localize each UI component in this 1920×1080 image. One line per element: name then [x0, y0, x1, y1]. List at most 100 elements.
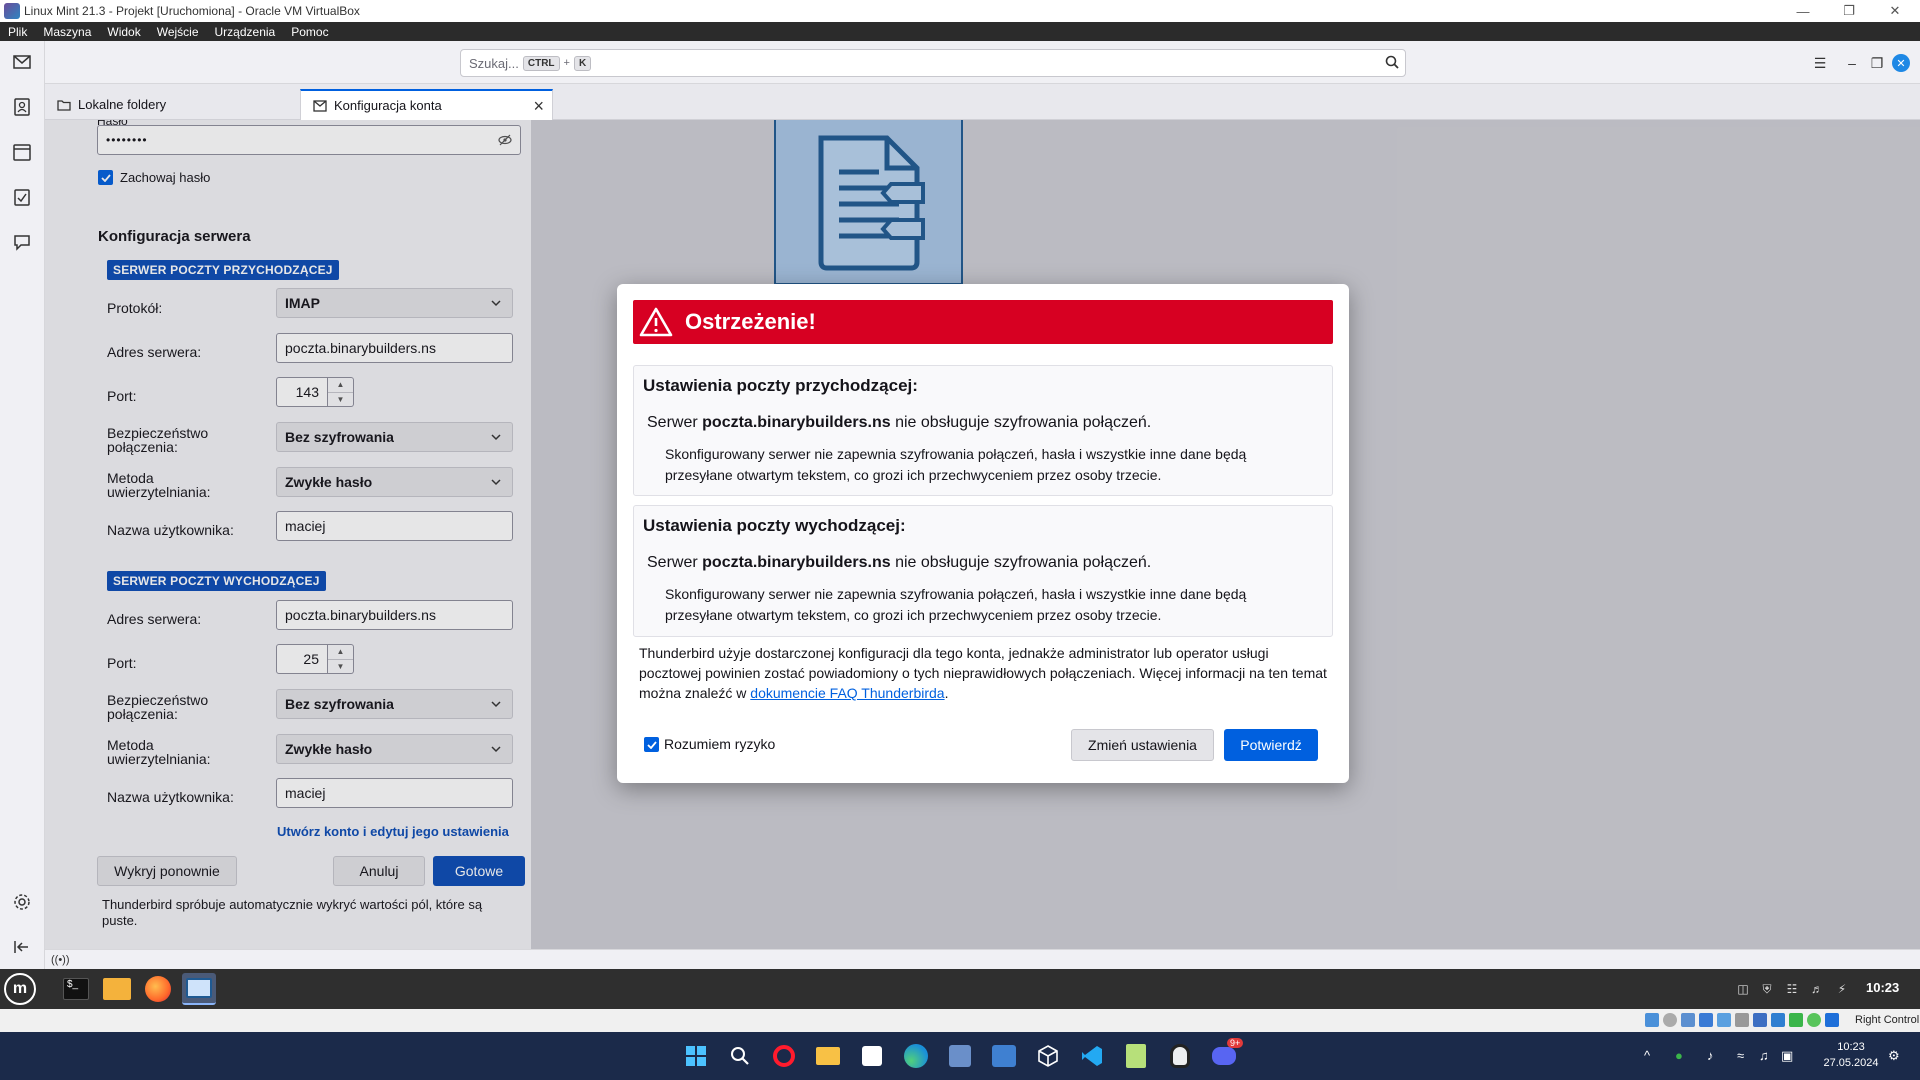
info-end: . — [944, 685, 949, 701]
hdd-icon[interactable] — [1645, 1013, 1659, 1027]
outgoing-warning-line: Serwer poczta.binarybuilders.ns nie obsł… — [647, 554, 1151, 572]
vscode-icon[interactable] — [1077, 1041, 1107, 1071]
virtualbox-statusbar: Right Control — [0, 1009, 1920, 1032]
windows-search-icon[interactable] — [725, 1041, 755, 1071]
minimize-icon[interactable]: — — [1780, 0, 1826, 22]
battery-icon[interactable]: ▣ — [1781, 1048, 1793, 1064]
virtualbox-menubar: Plik Maszyna Widok Wejście Urządzenia Po… — [0, 22, 1920, 41]
mail-icon[interactable] — [11, 51, 33, 73]
line-suffix: nie obsługuje szyfrowania połączeń. — [895, 554, 1152, 571]
tray-app-icon[interactable]: ● — [1675, 1048, 1683, 1063]
restore-icon[interactable]: ❐ — [1826, 0, 1872, 22]
unified-toolbar: Szukaj... CTRL + K ☰ – ❐ ✕ — [45, 41, 1920, 84]
virtualbox-taskbar-icon[interactable] — [989, 1041, 1019, 1071]
clipboard-icon[interactable]: ◫ — [1735, 981, 1751, 997]
shortcut-plus: + — [563, 57, 570, 69]
menu-maszyna[interactable]: Maszyna — [35, 25, 99, 39]
search-icon[interactable] — [1385, 55, 1399, 72]
collapse-sidebar-icon[interactable] — [11, 936, 33, 958]
tasks-icon[interactable] — [11, 186, 33, 208]
dialog-info-text: Thunderbird użyje dostarczonej konfigura… — [639, 643, 1329, 703]
tab-label: Konfiguracja konta — [334, 98, 442, 113]
audio-icon[interactable] — [1681, 1013, 1695, 1027]
shield-icon[interactable]: ⛨ — [1759, 981, 1775, 997]
close-icon[interactable]: ✕ — [1872, 0, 1918, 22]
menu-plik[interactable]: Plik — [0, 25, 35, 39]
app-menu-icon[interactable]: ☰ — [1809, 52, 1831, 74]
faq-link[interactable]: dokumencie FAQ Thunderbirda — [750, 685, 944, 701]
network-tool-icon[interactable] — [945, 1041, 975, 1071]
tab-label: Lokalne foldery — [78, 97, 167, 112]
menu-widok[interactable]: Widok — [99, 25, 148, 39]
chat-icon[interactable] — [11, 231, 33, 253]
display-icon[interactable] — [1753, 1013, 1767, 1027]
mint-menu-icon[interactable]: m — [4, 973, 36, 1005]
power-icon[interactable]: ⚡ — [1834, 981, 1850, 997]
guest-maximize-icon[interactable]: ❐ — [1866, 52, 1888, 74]
spaces-toolbar — [0, 41, 45, 969]
host-key-label: Right Control — [1855, 1014, 1920, 1026]
tray-chevron-icon[interactable]: ^ — [1644, 1048, 1650, 1063]
guest-minimize-icon[interactable]: – — [1841, 52, 1863, 74]
line-prefix: Serwer — [647, 414, 698, 431]
network-icon[interactable]: ☷ — [1784, 981, 1800, 997]
discord-icon[interactable]: 9+ — [1209, 1038, 1244, 1071]
speaker-icon[interactable]: ♫ — [1759, 1048, 1769, 1063]
menu-urzadzenia[interactable]: Urządzenia — [207, 25, 284, 39]
outgoing-server-name: poczta.binarybuilders.ns — [702, 554, 891, 571]
recording-icon[interactable] — [1771, 1013, 1785, 1027]
info-text: Thunderbird użyje dostarczonej konfigura… — [639, 645, 1327, 701]
tab-account-setup[interactable]: Konfiguracja konta × — [300, 89, 553, 120]
mouse-integration-icon[interactable] — [1825, 1013, 1839, 1027]
incoming-warning-heading: Ustawienia poczty przychodzącej: — [643, 376, 918, 395]
file-explorer-icon[interactable] — [813, 1041, 843, 1071]
vt-x-icon[interactable] — [1807, 1013, 1821, 1027]
discord-badge: 9+ — [1227, 1038, 1244, 1048]
tab-local-folders[interactable]: Lokalne foldery — [45, 89, 295, 120]
network-adapter-icon[interactable] — [1699, 1013, 1713, 1027]
package-box-icon[interactable] — [1033, 1041, 1063, 1071]
mint-panel: m $_ ◫ ⛨ ☷ ♬ ⚡ 10:23 — [0, 969, 1920, 1009]
microphone-icon[interactable]: ♪ — [1707, 1048, 1714, 1063]
cpu-icon[interactable] — [1789, 1013, 1803, 1027]
incoming-warning-detail: Skonfigurowany serwer nie zapewnia szyfr… — [665, 446, 1247, 483]
windows-start-icon[interactable] — [681, 1041, 711, 1071]
firefox-icon[interactable] — [141, 973, 175, 1005]
terminal-icon[interactable]: $_ — [59, 973, 93, 1005]
guest-close-icon[interactable]: ✕ — [1892, 54, 1910, 72]
shared-folders-icon[interactable] — [1735, 1013, 1749, 1027]
confirm-button[interactable]: Potwierdź — [1224, 729, 1318, 761]
tab-close-icon[interactable]: × — [533, 96, 544, 117]
penguin-app-icon[interactable] — [1165, 1041, 1195, 1071]
shortcut-key-k: K — [573, 55, 592, 71]
microsoft-store-icon[interactable] — [857, 1041, 887, 1071]
change-settings-button[interactable]: Zmień ustawienia — [1071, 729, 1214, 761]
mint-clock[interactable]: 10:23 — [1866, 980, 1899, 995]
thunderbird-taskbar-icon[interactable] — [182, 973, 216, 1005]
menu-wejscie[interactable]: Wejście — [149, 25, 207, 39]
address-book-icon[interactable] — [11, 96, 33, 118]
understand-risk-checkbox[interactable] — [644, 737, 659, 752]
search-placeholder: Szukaj... — [469, 55, 519, 71]
menu-pomoc[interactable]: Pomoc — [283, 25, 336, 39]
warning-triangle-icon — [639, 307, 673, 337]
shortcut-key-ctrl: CTRL — [522, 55, 560, 71]
notification-icon[interactable]: ⚙ — [1888, 1048, 1900, 1064]
notepad-icon[interactable] — [1121, 1041, 1151, 1071]
outgoing-warning-detail: Skonfigurowany serwer nie zapewnia szyfr… — [665, 586, 1247, 623]
online-status-icon[interactable]: ((•)) — [51, 954, 70, 966]
account-setup-icon — [313, 99, 327, 112]
volume-icon[interactable]: ♬ — [1809, 981, 1825, 997]
optical-drive-icon[interactable] — [1663, 1013, 1677, 1027]
global-search-input[interactable]: Szukaj... CTRL + K — [460, 49, 1406, 77]
usb-icon[interactable] — [1717, 1013, 1731, 1027]
dialog-title: Ostrzeżenie! — [685, 309, 816, 334]
windows-clock[interactable]: 10:23 27.05.2024 — [1816, 1039, 1886, 1071]
edge-icon[interactable] — [901, 1041, 931, 1071]
wifi-icon[interactable]: ≈ — [1737, 1048, 1744, 1063]
settings-gear-icon[interactable] — [11, 891, 33, 913]
files-icon[interactable] — [100, 973, 134, 1005]
opera-icon[interactable] — [769, 1041, 799, 1071]
calendar-icon[interactable] — [11, 141, 33, 163]
insecure-connection-dialog: Ostrzeżenie! Ustawienia poczty przychodz… — [617, 284, 1349, 783]
